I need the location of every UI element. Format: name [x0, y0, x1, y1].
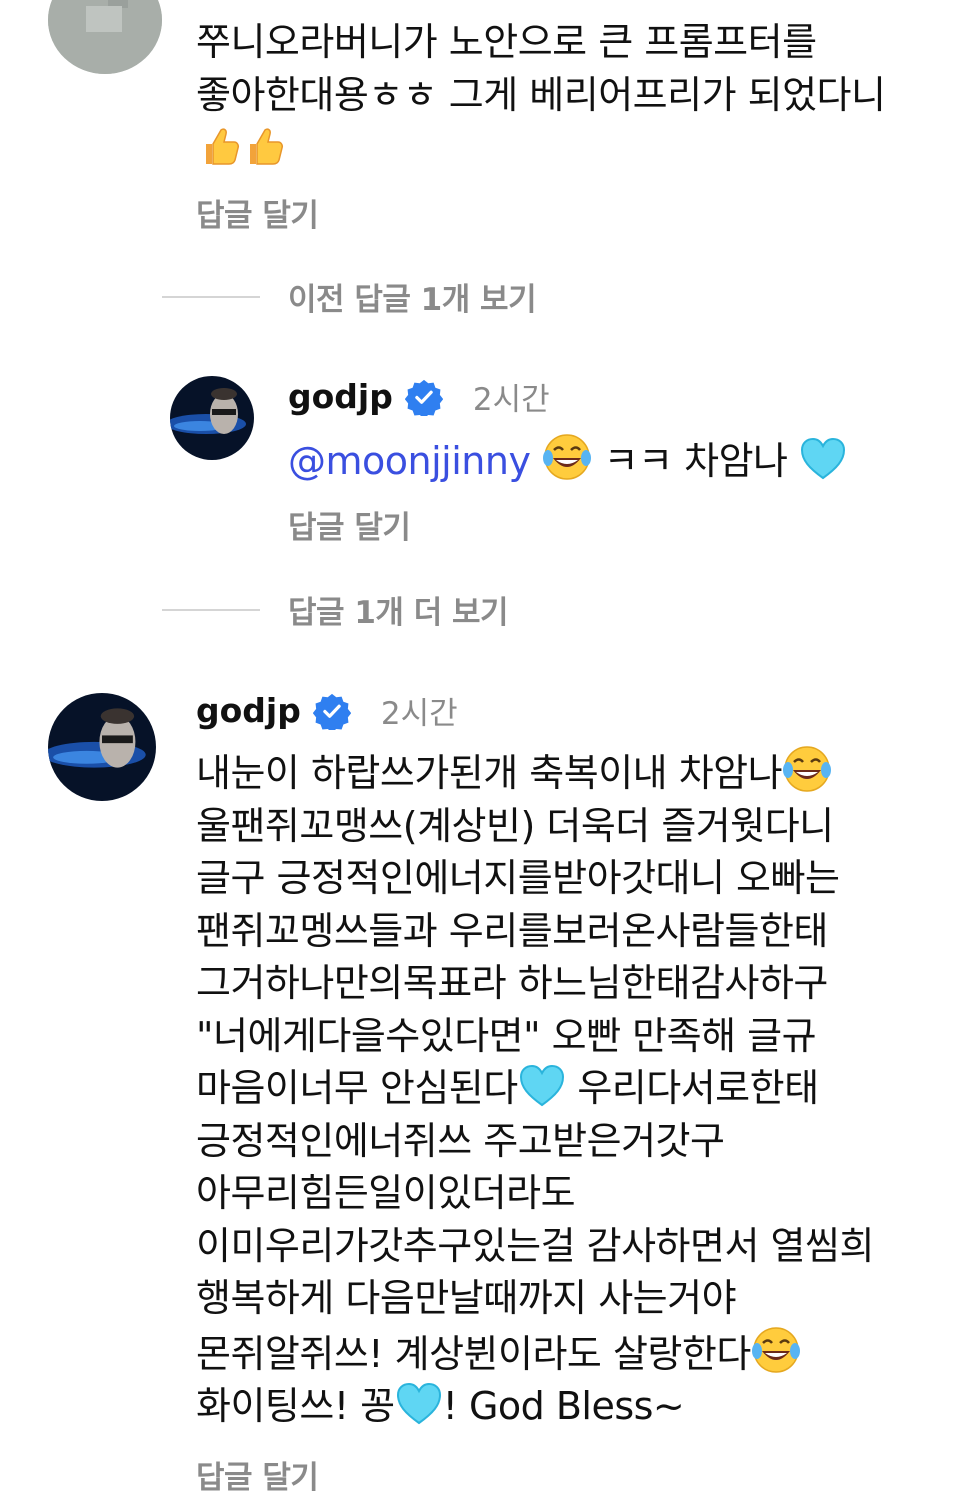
comment-line: 글구 긍정적인에너지를받아갓대니 오빠는	[196, 856, 840, 900]
comment-line: 내눈이 하랍쓰가된개 축복이내 차암나	[196, 744, 874, 800]
thumbs-up-icon	[206, 128, 239, 165]
comment-line: "너에게다을수있다면" 오빤 만족해 글규	[196, 1013, 817, 1058]
verified-badge-icon	[404, 379, 443, 416]
comment-line	[196, 121, 885, 176]
reply-body: @moonjjinny ㅋㅋ 차암나	[288, 432, 847, 488]
mention-link[interactable]: @moonjjinny	[288, 439, 531, 483]
verified-badge-icon	[312, 693, 351, 730]
avatar-commenter-top[interactable]	[48, 0, 162, 74]
comment-line: 좋아한대용ㅎㅎ 그게 베리어프리가 되었다니	[196, 72, 886, 117]
reply-button[interactable]: 답글 달기	[288, 502, 411, 547]
godjp-avatar-image	[48, 693, 156, 801]
comment-line: 화이팅쓰! 꽁 ! God Bless~	[196, 1380, 874, 1433]
comment-line: 팬쥐꼬멩쓰들과 우리를보러온사람들한태	[196, 908, 828, 953]
comment-line-text: ! God Bless~	[442, 1384, 685, 1428]
view-previous-replies-button[interactable]: 이전 답글 1개 보기	[162, 274, 537, 319]
comment-line: 긍정적인에너쥐쓰 주고받은거갓구	[196, 1118, 725, 1163]
comment-line: 울팬쥐꼬맹쓰(계상빈) 더욱더 즐거웟다니	[196, 803, 834, 848]
comment-line: 이미우리가갓추구있는걸 감사하면서 열씸희	[196, 1223, 874, 1268]
comment-line-text: 몬쥐알쥐쓰! 계상뷘이라도 살랑한다	[196, 1331, 751, 1376]
comment-line: 쭈니오라버니가 노안으로 큰 프롬프터를	[196, 20, 817, 64]
godjp-avatar-image	[170, 376, 254, 460]
comment-line: 행복하게 다음만날때까지 사는거야	[196, 1276, 737, 1320]
view-more-replies-label: 답글 1개 더 보기	[288, 595, 509, 631]
laughing-emoji-icon	[751, 1326, 800, 1373]
reply-header: godjp 2시간	[288, 374, 550, 419]
comment-body: 쭈니오라버니가 노안으로 큰 프롬프터를 좋아한대용ㅎㅎ 그게 베리어프리가 되…	[196, 16, 886, 176]
thread-divider-line	[162, 608, 260, 611]
username[interactable]: godjp	[288, 377, 393, 416]
reply-button[interactable]: 답글 달기	[196, 190, 319, 235]
comment-header: godjp 2시간	[196, 688, 458, 733]
avatar-godjp[interactable]	[170, 376, 254, 460]
comment-line-text: 마음이너무 안심된다	[196, 1066, 518, 1110]
thread-divider-line	[162, 295, 260, 298]
view-more-replies-button[interactable]: 답글 1개 더 보기	[162, 587, 509, 632]
comment-line-text: 화이팅쓰! 꽁	[196, 1384, 395, 1428]
comment-line: 아무리힘든일이있더라도	[196, 1171, 576, 1215]
reply-text: ㅋㅋ 차암나	[603, 439, 788, 483]
comment-line: 그거하나만의목표라 하느님한태감사하구	[196, 961, 828, 1005]
blue-heart-icon	[519, 1064, 564, 1107]
blurred-avatar-image	[48, 0, 162, 74]
comment-line: 마음이너무 안심된다 우리다서로한태	[196, 1062, 874, 1115]
avatar-godjp[interactable]	[48, 693, 156, 801]
laughing-emoji-icon	[543, 434, 592, 480]
view-previous-replies-label: 이전 답글 1개 보기	[288, 282, 537, 318]
blue-heart-icon	[801, 437, 846, 480]
comment-line-text: 우리다서로한태	[565, 1066, 819, 1110]
timestamp: 2시간	[472, 382, 550, 418]
comment-line-text: 내눈이 하랍쓰가된개 축복이내 차암나	[196, 751, 783, 795]
comment-line: 몬쥐알쥐쓰! 계상뷘이라도 살랑한다	[196, 1325, 874, 1381]
blue-heart-icon	[396, 1382, 441, 1425]
username[interactable]: godjp	[196, 691, 301, 730]
comment-body: 내눈이 하랍쓰가된개 축복이내 차암나 울팬쥐꼬맹쓰(계상빈) 더욱더 즐거웟다…	[196, 744, 874, 1433]
reply-button[interactable]: 답글 달기	[196, 1452, 319, 1497]
laughing-emoji-icon	[783, 746, 832, 792]
timestamp: 2시간	[380, 696, 458, 732]
thumbs-up-icon	[250, 128, 283, 165]
